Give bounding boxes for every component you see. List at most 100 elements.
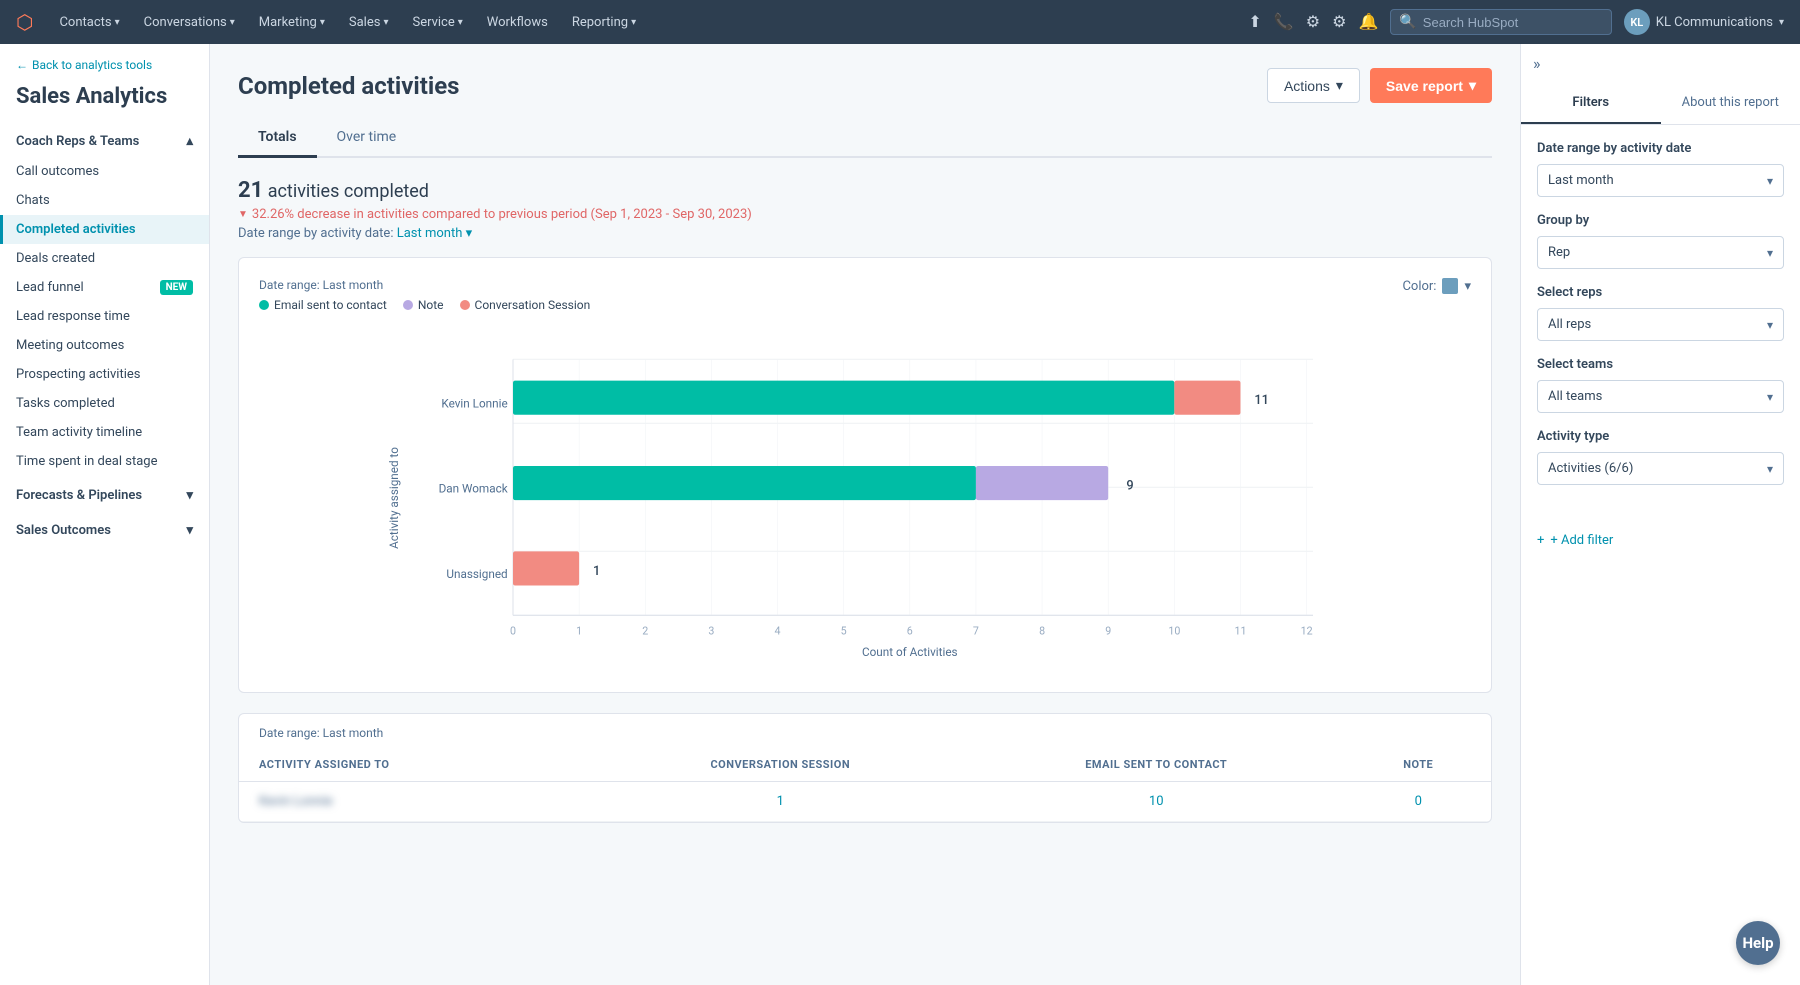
nav-service[interactable]: Service ▾ (402, 15, 472, 30)
phone-icon[interactable]: 📞 (1274, 12, 1294, 32)
sidebar-item-time-deal[interactable]: Time spent in deal stage (0, 447, 209, 476)
nav-sales[interactable]: Sales ▾ (339, 15, 399, 30)
chevron-down-icon: ▾ (1336, 77, 1343, 94)
sidebar-item-deals-created[interactable]: Deals created (0, 244, 209, 273)
chevron-down-icon: ▾ (383, 17, 388, 28)
table-header-row: ACTIVITY ASSIGNED TO CONVERSATION SESSIO… (239, 748, 1491, 782)
top-navigation: ⬡ Contacts ▾ Conversations ▾ Marketing ▾… (0, 0, 1800, 44)
filter-label-activity: Activity type (1537, 429, 1784, 444)
chart-meta: Date range: Last month Email sent to con… (259, 278, 590, 312)
search-box[interactable]: 🔍 (1390, 9, 1611, 35)
chart-legend: Email sent to contact Note Conversation … (259, 298, 590, 312)
back-link[interactable]: ← Back to analytics tools (0, 44, 209, 80)
cell-name: Kevin Lonnie (239, 782, 594, 822)
table-card: Date range: Last month ACTIVITY ASSIGNED… (238, 713, 1492, 823)
svg-text:Kevin Lonnie: Kevin Lonnie (441, 396, 507, 410)
chevron-down-icon: ▾ (1464, 279, 1471, 294)
nav-contacts[interactable]: Contacts ▾ (49, 15, 129, 30)
sidebar-item-completed-activities[interactable]: Completed activities (0, 215, 209, 244)
chevron-down-icon: ▾ (115, 17, 120, 28)
sidebar-item-lead-response[interactable]: Lead response time (0, 302, 209, 331)
help-button[interactable]: Help (1736, 921, 1780, 965)
filter-label-teams: Select teams (1537, 357, 1784, 372)
collapse-panel-button[interactable]: » (1521, 44, 1800, 83)
marketplace-icon[interactable]: ⚙ (1306, 12, 1320, 32)
upgrade-icon[interactable]: ⬆ (1248, 12, 1261, 32)
date-range-filter-select[interactable]: Last month ▾ (1537, 164, 1784, 197)
svg-text:1: 1 (576, 625, 582, 638)
col-header-conversation: CONVERSATION SESSION (594, 748, 968, 782)
panel-tab-about[interactable]: About this report (1661, 83, 1800, 124)
color-picker[interactable]: Color: ▾ (1402, 278, 1471, 294)
panel-tab-filters[interactable]: Filters (1521, 83, 1661, 124)
chevron-down-icon: ▾ (458, 17, 463, 28)
filter-label-group: Group by (1537, 213, 1784, 228)
nav-left: ⬡ Contacts ▾ Conversations ▾ Marketing ▾… (16, 10, 646, 34)
legend-email: Email sent to contact (259, 298, 387, 312)
svg-text:3: 3 (708, 625, 714, 638)
sidebar-section-forecasts[interactable]: Forecasts & Pipelines ▾ (0, 480, 209, 511)
chart-card: Date range: Last month Email sent to con… (238, 257, 1492, 693)
nav-workflows[interactable]: Workflows (477, 15, 558, 30)
chevron-down-icon: ▾ (1779, 17, 1784, 28)
sidebar-group-forecasts: Forecasts & Pipelines ▾ (0, 480, 209, 511)
stat-change: ▼ 32.26% decrease in activities compared… (238, 207, 1492, 222)
plus-icon: + (1537, 533, 1544, 548)
tab-totals[interactable]: Totals (238, 119, 317, 158)
svg-text:4: 4 (775, 625, 781, 638)
table-row: Kevin Lonnie 1 10 0 (239, 782, 1491, 822)
sidebar-item-chats[interactable]: Chats (0, 186, 209, 215)
avatar: KL (1624, 9, 1650, 35)
actions-button[interactable]: Actions ▾ (1267, 68, 1360, 103)
tab-over-time[interactable]: Over time (317, 119, 417, 158)
sidebar-item-team-activity[interactable]: Team activity timeline (0, 418, 209, 447)
svg-text:11: 11 (1234, 625, 1246, 638)
chevron-down-icon: ▾ (1767, 246, 1773, 260)
col-header-note: NOTE (1345, 748, 1491, 782)
chevron-up-icon: ▴ (186, 134, 193, 149)
chevron-down-icon: ▾ (1767, 390, 1773, 404)
svg-text:Dan Womack: Dan Womack (439, 482, 508, 496)
col-header-email: EMAIL SENT TO CONTACT (967, 748, 1345, 782)
legend-dot-conversation (460, 300, 470, 310)
sidebar-section-sales-outcomes[interactable]: Sales Outcomes ▾ (0, 515, 209, 546)
notifications-icon[interactable]: 🔔 (1358, 12, 1378, 32)
trend-down-icon: ▼ (238, 209, 248, 220)
nav-conversations[interactable]: Conversations ▾ (134, 15, 245, 30)
sidebar-item-lead-funnel[interactable]: Lead funnel NEW (0, 273, 209, 302)
teams-select[interactable]: All teams ▾ (1537, 380, 1784, 413)
new-badge: NEW (160, 280, 193, 295)
save-report-button[interactable]: Save report ▾ (1370, 68, 1492, 103)
sidebar-item-prospecting[interactable]: Prospecting activities (0, 360, 209, 389)
search-input[interactable] (1423, 15, 1603, 30)
chevron-down-icon: ▾ (1767, 318, 1773, 332)
add-filter-button[interactable]: + + Add filter (1521, 517, 1800, 564)
user-menu[interactable]: KL KL Communications ▾ (1624, 9, 1784, 35)
color-swatch (1442, 278, 1458, 294)
settings-icon[interactable]: ⚙ (1332, 12, 1346, 32)
hubspot-logo[interactable]: ⬡ (16, 10, 33, 34)
sidebar-item-tasks-completed[interactable]: Tasks completed (0, 389, 209, 418)
activity-type-select[interactable]: Activities (6/6) ▾ (1537, 452, 1784, 485)
date-range-link[interactable]: Last month ▾ (397, 226, 472, 241)
nav-marketing[interactable]: Marketing ▾ (249, 15, 335, 30)
back-arrow-icon: ← (16, 58, 28, 72)
sidebar-section-coach[interactable]: Coach Reps & Teams ▴ (0, 126, 209, 157)
group-by-select[interactable]: Rep ▾ (1537, 236, 1784, 269)
filter-section: Date range by activity date Last month ▾… (1521, 125, 1800, 517)
table-date-label: Date range: Last month (239, 714, 1491, 748)
sidebar-item-call-outcomes[interactable]: Call outcomes (0, 157, 209, 186)
legend-note: Note (403, 298, 444, 312)
reps-select[interactable]: All reps ▾ (1537, 308, 1784, 341)
stat-label: activities completed (268, 181, 429, 202)
legend-dot-email (259, 300, 269, 310)
nav-reporting[interactable]: Reporting ▾ (562, 15, 646, 30)
legend-dot-note (403, 300, 413, 310)
header-actions: Actions ▾ Save report ▾ (1267, 68, 1492, 103)
chevron-down-icon: ▾ (1469, 77, 1476, 94)
svg-text:10: 10 (1168, 625, 1180, 638)
sidebar-title: Sales Analytics (0, 80, 209, 126)
svg-text:Unassigned: Unassigned (446, 567, 507, 581)
sidebar-group-sales-outcomes: Sales Outcomes ▾ (0, 515, 209, 546)
sidebar-item-meeting-outcomes[interactable]: Meeting outcomes (0, 331, 209, 360)
